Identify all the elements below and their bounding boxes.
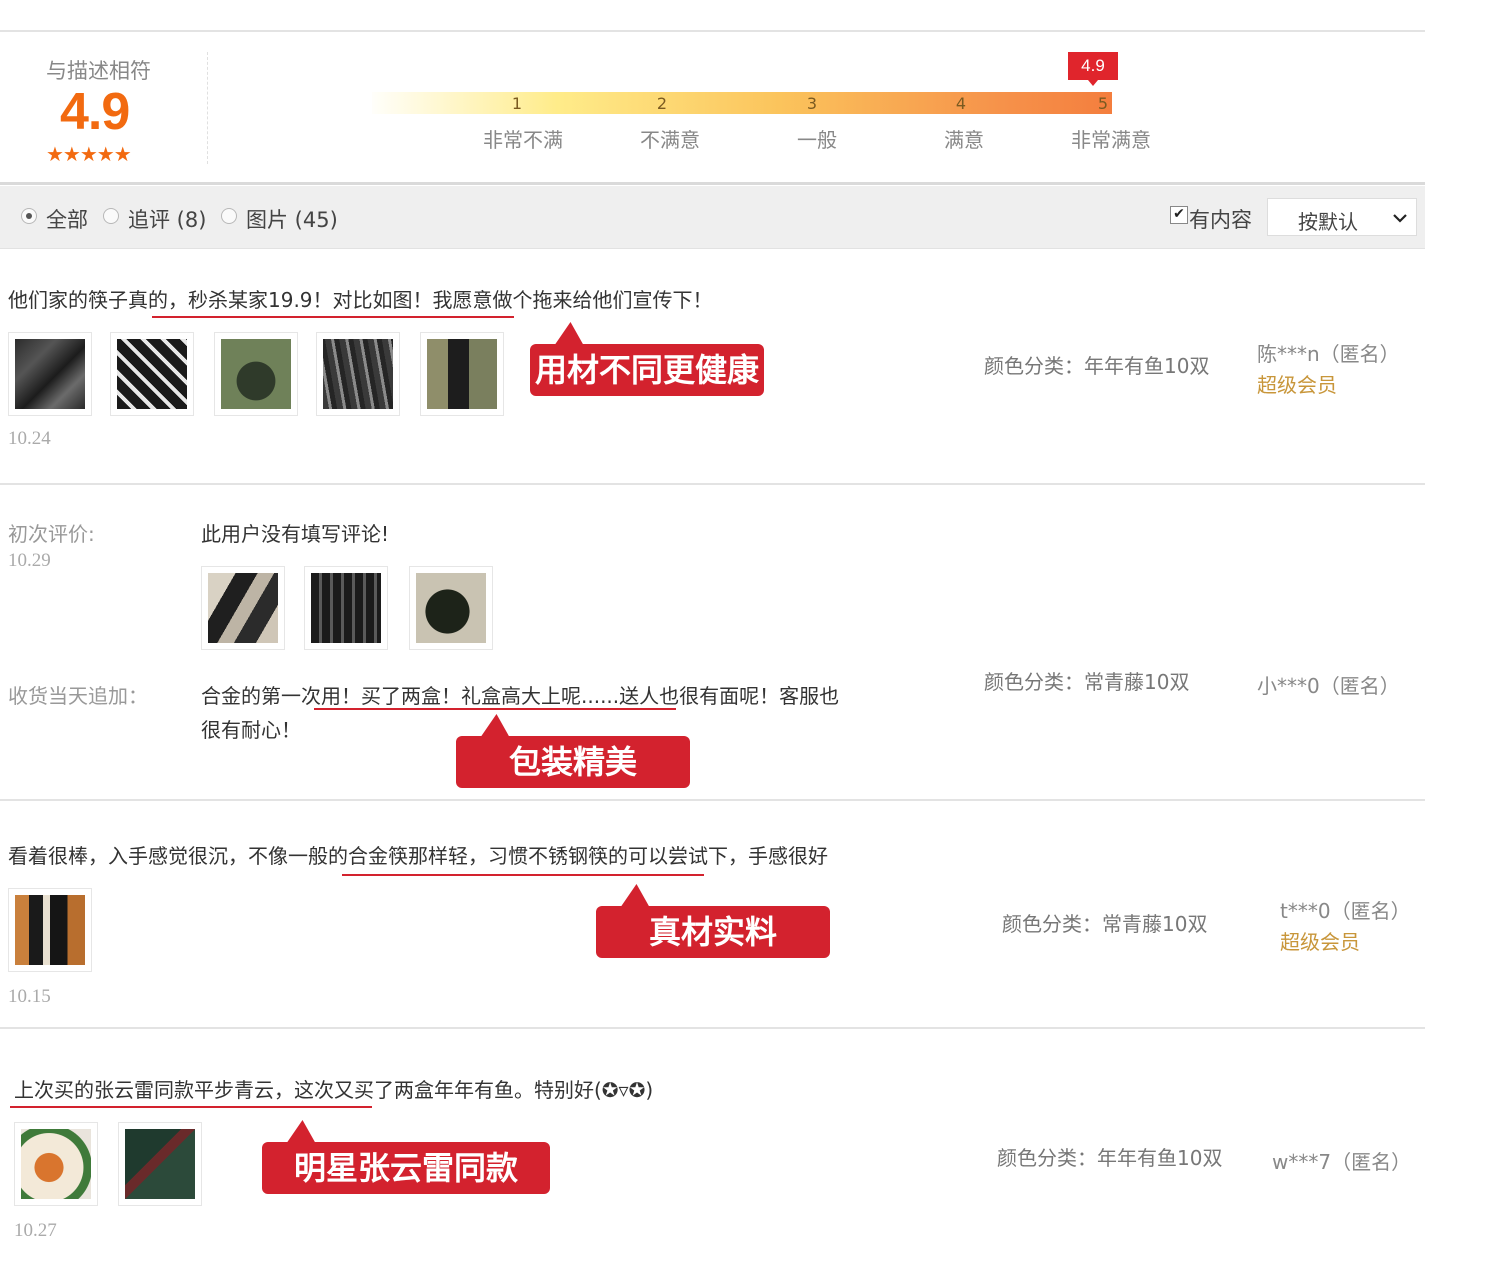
radio-all[interactable] <box>21 208 37 224</box>
scale-tick-4: 4 <box>955 94 967 113</box>
review-sku: 颜色分类：常青藤10双 <box>984 670 1190 694</box>
review-image[interactable] <box>420 332 504 416</box>
score-flag-pointer <box>1088 80 1098 86</box>
highlight-tag: 明星张云雷同款 <box>262 1142 550 1194</box>
review-text: 看着很棒，入手感觉很沉，不像一般的合金筷那样轻，习惯不锈钢筷的可以尝试下，手感很… <box>8 844 828 868</box>
review-divider <box>0 799 1425 801</box>
radio-followup[interactable] <box>103 208 119 224</box>
review-image[interactable] <box>8 332 92 416</box>
review-text: 上次买的张云雷同款平步青云，这次又买了两盒年年有鱼。特别好(✪▿✪) <box>14 1078 654 1102</box>
highlight-tag: 用材不同更健康 <box>530 344 764 396</box>
has-content-checkbox[interactable]: ✔ <box>1170 206 1188 224</box>
review-append-text-line2: 很有耐心！ <box>201 718 301 742</box>
has-content-label[interactable]: 有内容 <box>1189 204 1252 234</box>
first-review-label: 初次评价: <box>8 522 95 546</box>
top-divider <box>0 30 1425 32</box>
chevron-down-icon <box>1392 204 1408 231</box>
rating-title: 与描述相符 <box>46 59 151 83</box>
review-image[interactable] <box>304 566 388 650</box>
member-badge: 超级会员 <box>1257 373 1337 397</box>
highlight-underline <box>152 316 514 318</box>
review-divider <box>0 483 1425 485</box>
scale-label-5: 非常满意 <box>1071 128 1151 152</box>
highlight-underline <box>10 1106 372 1108</box>
append-review-label: 收货当天追加： <box>8 684 148 708</box>
review-image[interactable] <box>214 332 298 416</box>
review-image[interactable] <box>409 566 493 650</box>
scale-label-3: 一般 <box>797 128 837 152</box>
scale-tick-2: 2 <box>656 94 668 113</box>
highlight-underline <box>342 874 704 876</box>
radio-images-label[interactable]: 图片 (45) <box>246 204 338 234</box>
sort-select[interactable]: 按默认 <box>1267 198 1417 236</box>
scale-label-1: 非常不满 <box>483 128 563 152</box>
review-date: 10.27 <box>14 1220 57 1241</box>
review-sku: 颜色分类：年年有鱼10双 <box>997 1146 1223 1170</box>
review-image[interactable] <box>110 332 194 416</box>
review-image[interactable] <box>118 1122 202 1206</box>
rating-divider <box>207 52 208 164</box>
rating-stars: ★★★★★ <box>46 142 132 166</box>
review-date: 10.24 <box>8 428 51 449</box>
member-badge: 超级会员 <box>1280 930 1360 954</box>
reviewer-name: w***7（匿名） <box>1272 1150 1412 1174</box>
reviewer-name: t***0（匿名） <box>1280 899 1411 923</box>
score-flag: 4.9 <box>1068 52 1118 80</box>
review-sku: 颜色分类：常青藤10双 <box>1002 912 1208 936</box>
sort-select-value: 按默认 <box>1298 210 1358 234</box>
rating-scale-bar <box>372 92 1112 114</box>
review-text: 他们家的筷子真的，秒杀某家19.9！对比如图！我愿意做个拖来给他们宣传下！ <box>8 288 713 312</box>
highlight-tag: 包装精美 <box>456 736 690 788</box>
review-divider <box>0 1027 1425 1029</box>
scale-tick-5: 5 <box>1097 94 1109 113</box>
reviewer-name: 陈***n（匿名） <box>1257 342 1400 366</box>
review-date: 10.29 <box>8 550 51 571</box>
radio-images[interactable] <box>221 208 237 224</box>
radio-followup-label[interactable]: 追评 (8) <box>128 204 206 234</box>
review-text: 此用户没有填写评论! <box>201 522 390 546</box>
review-image[interactable] <box>201 566 285 650</box>
review-image[interactable] <box>316 332 400 416</box>
filter-bar: 全部 追评 (8) 图片 (45) ✔ 有内容 按默认 <box>0 186 1425 249</box>
rating-score: 4.9 <box>60 83 130 141</box>
scale-tick-3: 3 <box>806 94 818 113</box>
review-sku: 颜色分类：年年有鱼10双 <box>984 354 1210 378</box>
highlight-tag: 真材实料 <box>596 906 830 958</box>
review-date: 10.15 <box>8 986 51 1007</box>
scale-label-4: 满意 <box>944 128 984 152</box>
review-append-text-line1: 合金的第一次用！买了两盒！礼盒高大上呢......送人也很有面呢！客服也 <box>201 684 840 708</box>
scale-label-2: 不满意 <box>640 128 700 152</box>
review-image[interactable] <box>8 888 92 972</box>
reviewer-name: 小***0（匿名） <box>1257 674 1400 698</box>
highlight-underline <box>314 708 676 710</box>
review-image[interactable] <box>14 1122 98 1206</box>
header-divider <box>0 182 1425 185</box>
radio-all-label[interactable]: 全部 <box>46 204 88 234</box>
scale-tick-1: 1 <box>511 94 523 113</box>
